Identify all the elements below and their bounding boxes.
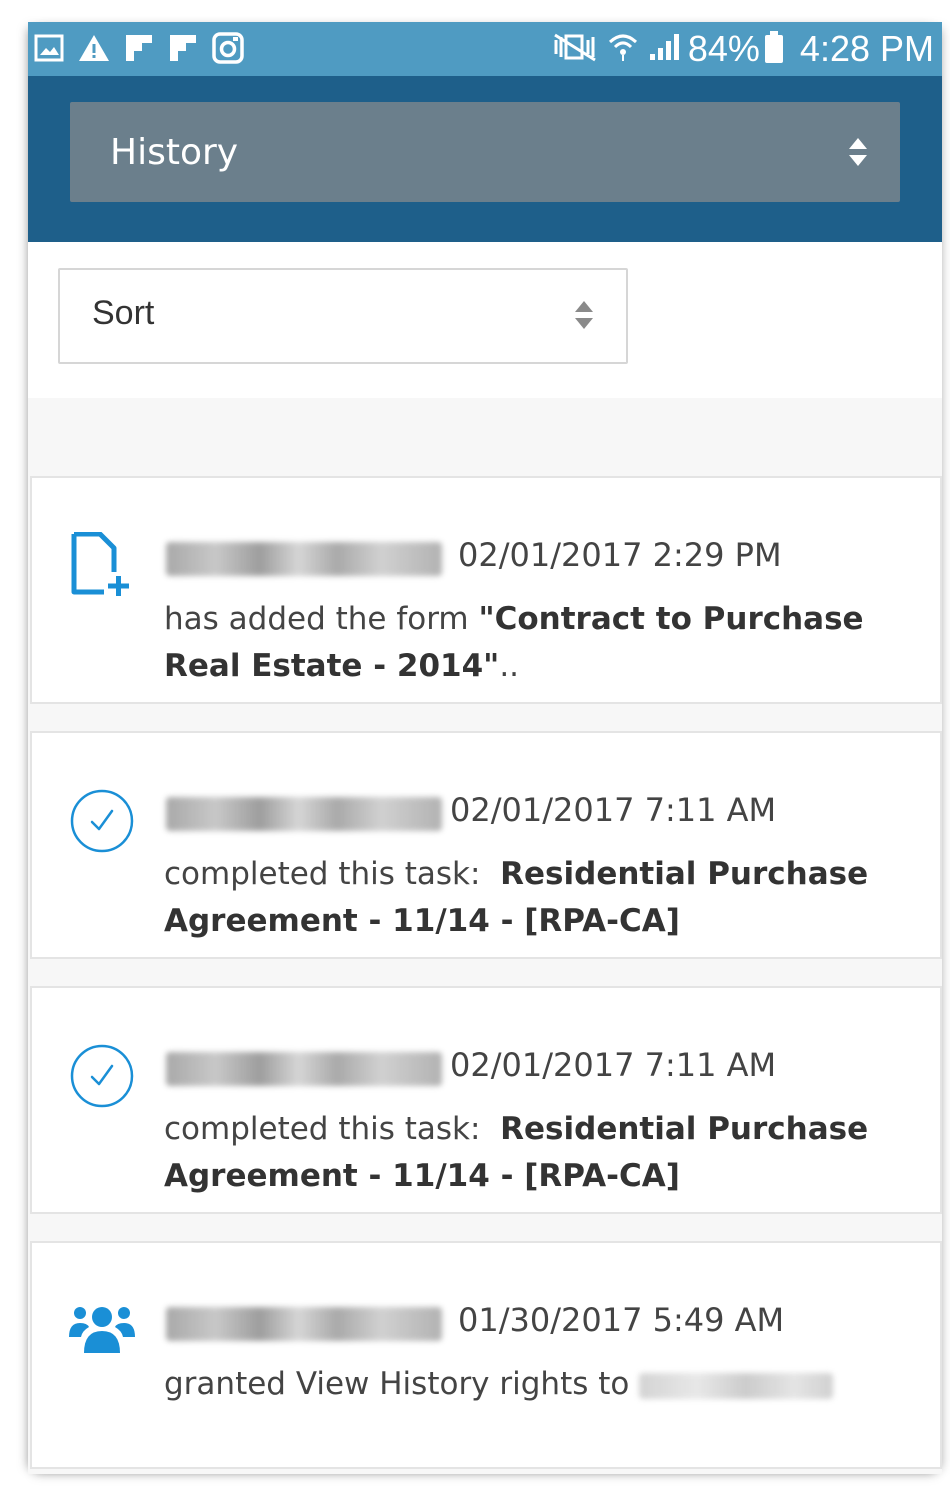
app-screen: 84% 4:28 PM History Sort 02/01/2017 2:29… [28,22,942,1474]
wifi-icon [608,32,638,67]
activity-description: completed this task: Residential Purchas… [164,1106,904,1200]
flipboard-icon [124,33,154,68]
user-name-redacted [166,1052,442,1086]
view-select-value: History [110,132,239,173]
activity-description: completed this task: Residential Purchas… [164,851,904,945]
activity-text: granted View History rights to [164,1366,640,1402]
flipboard-icon [168,33,198,68]
updown-arrows-icon [574,300,594,330]
clock: 4:28 PM [799,28,934,69]
activity-item[interactable]: 02/01/2017 7:11 AM completed this task: … [30,731,942,959]
image-icon [34,33,64,68]
battery-percent: 84% [687,28,760,69]
battery-icon [764,30,784,69]
sort-bar: Sort [28,242,942,398]
check-circle-icon [68,787,136,855]
activity-timestamp: 02/01/2017 7:11 AM [450,1046,777,1084]
status-bar: 84% 4:28 PM [28,22,942,76]
updown-arrows-icon [848,137,868,167]
mute-vibrate-icon [552,32,598,67]
activity-item[interactable]: 02/01/2017 2:29 PM has added the form "C… [30,476,942,704]
check-circle-icon [68,1042,136,1110]
user-name-redacted [166,1307,442,1341]
activity-item[interactable]: 01/30/2017 5:49 AM granted View History … [30,1241,942,1469]
activity-timestamp: 01/30/2017 5:49 AM [458,1301,785,1339]
activity-timestamp: 02/01/2017 7:11 AM [450,791,777,829]
recipient-name-redacted [639,1372,834,1399]
app-header: History [28,76,942,242]
sort-select[interactable]: Sort [58,268,628,364]
activity-text: completed this task: [164,856,501,892]
add-document-icon [68,531,136,600]
activity-suffix: .. [499,648,520,684]
activity-description: has added the form "Contract to Purchase… [164,596,904,690]
activity-timestamp: 02/01/2017 2:29 PM [458,536,782,574]
activity-description: granted View History rights to [164,1361,904,1408]
signal-icon [648,32,680,67]
user-name-redacted [166,797,442,831]
activity-text: completed this task: [164,1111,501,1147]
instagram-icon [212,32,244,69]
user-name-redacted [166,542,442,576]
warning-icon [78,33,110,68]
sort-select-value: Sort [92,294,155,332]
users-icon [68,1297,136,1365]
view-select[interactable]: History [70,102,900,202]
activity-text: has added the form [164,601,479,637]
activity-item[interactable]: 02/01/2017 7:11 AM completed this task: … [30,986,942,1214]
